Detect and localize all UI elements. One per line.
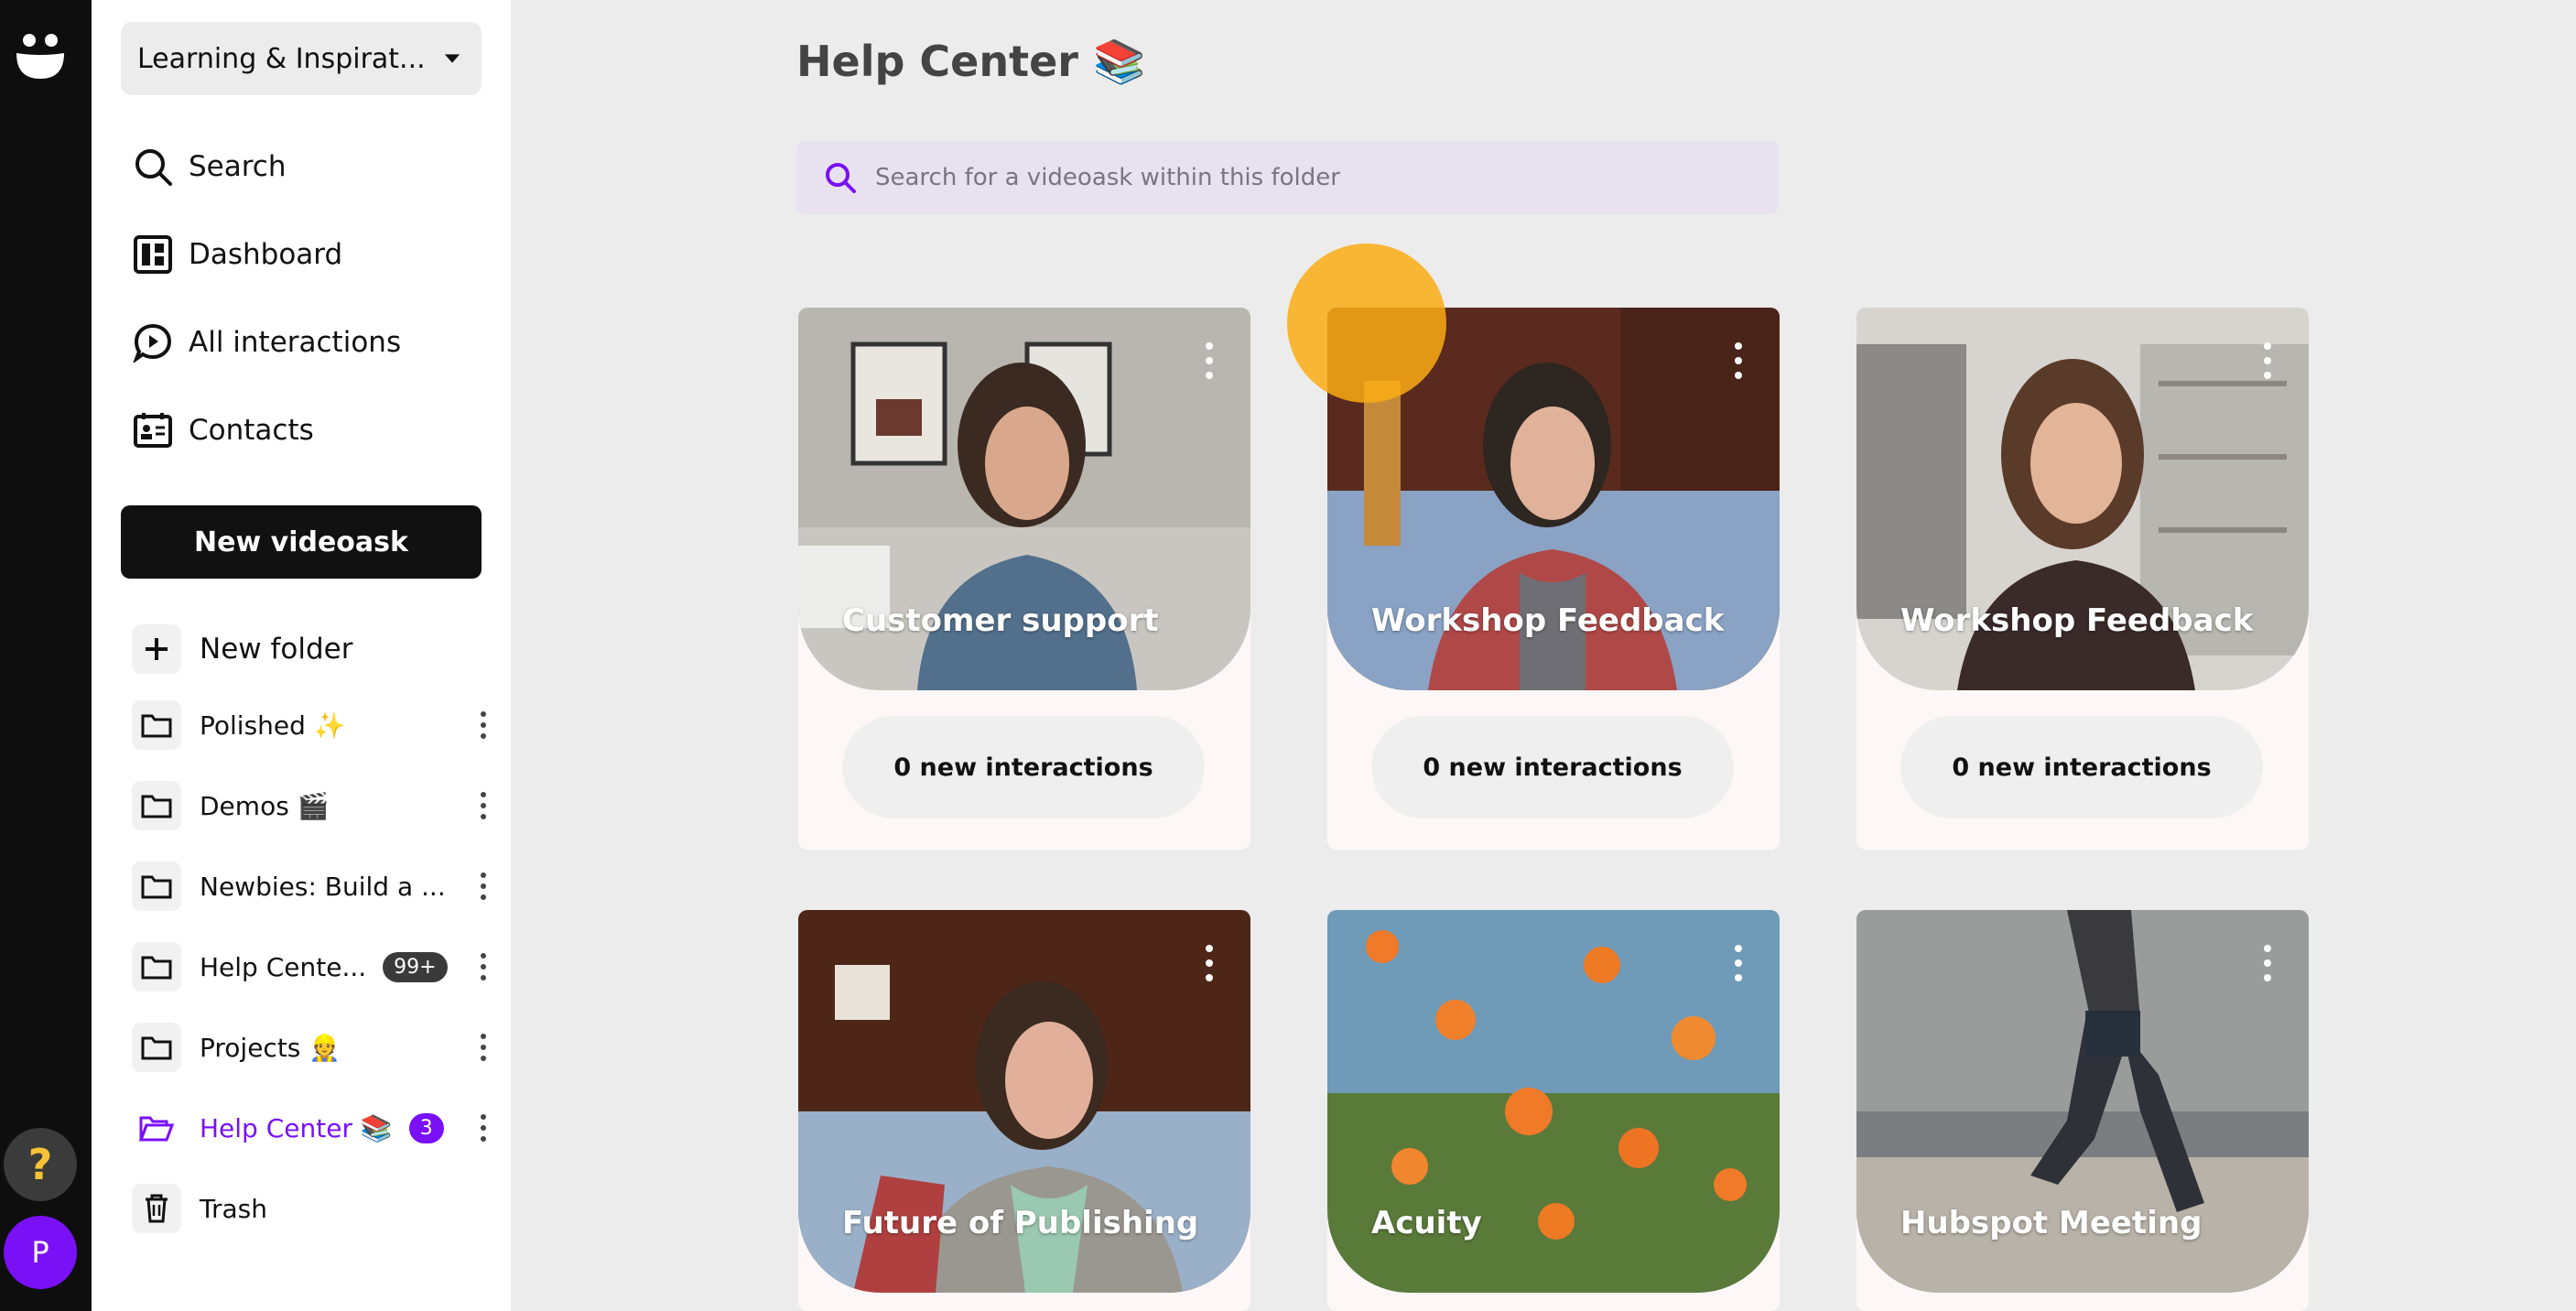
folder-name: Help Cente...	[200, 951, 367, 982]
kebab-menu-icon[interactable]	[2261, 339, 2274, 383]
nav-contacts-label: Contacts	[189, 414, 314, 447]
contacts-icon	[132, 409, 174, 451]
help-button[interactable]: ?	[4, 1128, 77, 1201]
card-title: Hubspot Meeting	[1900, 1205, 2203, 1241]
videoask-card[interactable]: Workshop Feedback 0 new interactions	[1856, 308, 2309, 850]
nav-contacts[interactable]: Contacts	[132, 403, 314, 458]
card-title: Acuity	[1371, 1205, 1482, 1241]
dashboard-icon	[132, 233, 174, 276]
folder-name: Help Center 📚	[200, 1112, 393, 1143]
new-folder-label: New folder	[200, 633, 353, 666]
kebab-menu-icon[interactable]	[2261, 941, 2274, 985]
kebab-menu-icon[interactable]	[478, 707, 489, 743]
folder-icon	[132, 781, 181, 830]
videoask-card[interactable]: Acuity	[1327, 910, 1780, 1311]
card-title: Workshop Feedback	[1371, 602, 1725, 639]
folder-open-icon	[132, 1103, 181, 1153]
nav-search-label: Search	[189, 150, 287, 183]
folder-search[interactable]	[796, 141, 1778, 214]
videoask-card[interactable]: Future of Publishing	[798, 910, 1250, 1311]
folder-name: Trash	[200, 1193, 267, 1224]
folder-name: Newbies: Build a ...	[200, 871, 446, 902]
folder-name: Polished ✨	[200, 710, 346, 741]
kebab-menu-icon[interactable]	[478, 1029, 489, 1066]
nav-all-interactions[interactable]: All interactions	[132, 315, 401, 370]
kebab-menu-icon[interactable]	[1732, 941, 1745, 985]
plus-icon	[132, 624, 181, 674]
avatar[interactable]: P	[4, 1216, 77, 1289]
card-title: Workshop Feedback	[1900, 602, 2254, 639]
folder-item-trash[interactable]: Trash	[132, 1181, 507, 1236]
kebab-menu-icon[interactable]	[478, 868, 489, 905]
cursor-highlight	[1287, 244, 1446, 403]
folder-icon	[132, 942, 181, 991]
folder-name: Demos 🎬	[200, 790, 330, 821]
interactions-icon	[132, 321, 174, 363]
new-interactions-button[interactable]: 0 new interactions	[842, 716, 1205, 818]
new-videoask-button[interactable]: New videoask	[121, 505, 482, 579]
nav-search[interactable]: Search	[132, 139, 287, 194]
search-icon	[132, 146, 174, 188]
chevron-down-icon	[444, 54, 460, 63]
page-title: Help Center 📚	[796, 37, 1146, 86]
nav-dashboard[interactable]: Dashboard	[132, 227, 342, 282]
count-badge: 3	[408, 1112, 444, 1143]
main-content: Help Center 📚 Customer support 0 new int…	[511, 0, 2576, 1311]
folder-item-newbies[interactable]: Newbies: Build a ...	[132, 859, 507, 914]
kebab-menu-icon[interactable]	[478, 1110, 489, 1146]
folder-name: Projects 👷	[200, 1032, 341, 1063]
folder-item-help-center-active[interactable]: Help Center 📚 3	[132, 1100, 507, 1155]
kebab-menu-icon[interactable]	[1203, 941, 1216, 985]
search-icon	[826, 163, 856, 193]
videoask-card[interactable]: Customer support 0 new interactions	[798, 308, 1250, 850]
folder-item-help-center-1[interactable]: Help Cente... 99+	[132, 939, 507, 994]
new-interactions-button[interactable]: 0 new interactions	[1900, 716, 2263, 818]
new-interactions-button[interactable]: 0 new interactions	[1371, 716, 1734, 818]
folder-item-demos[interactable]: Demos 🎬	[132, 778, 507, 833]
count-badge: 99+	[383, 951, 448, 982]
workspace-selector[interactable]: Learning & Inspirat...	[121, 22, 482, 95]
card-title: Future of Publishing	[842, 1205, 1199, 1241]
card-title: Customer support	[842, 602, 1159, 639]
kebab-menu-icon[interactable]	[478, 787, 489, 824]
sidebar: Learning & Inspirat... Search Dashboard …	[92, 0, 511, 1311]
folder-icon	[132, 700, 181, 750]
nav-all-interactions-label: All interactions	[189, 326, 402, 359]
workspace-label: Learning & Inspirat...	[137, 42, 426, 75]
avatar-initial: P	[31, 1235, 49, 1270]
new-folder-button[interactable]: New folder	[132, 624, 352, 674]
kebab-menu-icon[interactable]	[478, 948, 489, 985]
folder-icon	[132, 861, 181, 911]
question-icon: ?	[27, 1140, 53, 1189]
folder-item-polished[interactable]: Polished ✨	[132, 698, 507, 753]
trash-icon	[132, 1184, 181, 1233]
app-rail: ? P	[0, 0, 92, 1311]
kebab-menu-icon[interactable]	[1732, 339, 1745, 383]
folder-item-projects[interactable]: Projects 👷	[132, 1020, 507, 1075]
folder-icon	[132, 1023, 181, 1072]
search-input[interactable]	[875, 164, 1754, 191]
videoask-card[interactable]: Hubspot Meeting	[1856, 910, 2309, 1311]
kebab-menu-icon[interactable]	[1203, 339, 1216, 383]
nav-dashboard-label: Dashboard	[189, 238, 343, 271]
videoask-logo-icon[interactable]	[13, 26, 68, 81]
